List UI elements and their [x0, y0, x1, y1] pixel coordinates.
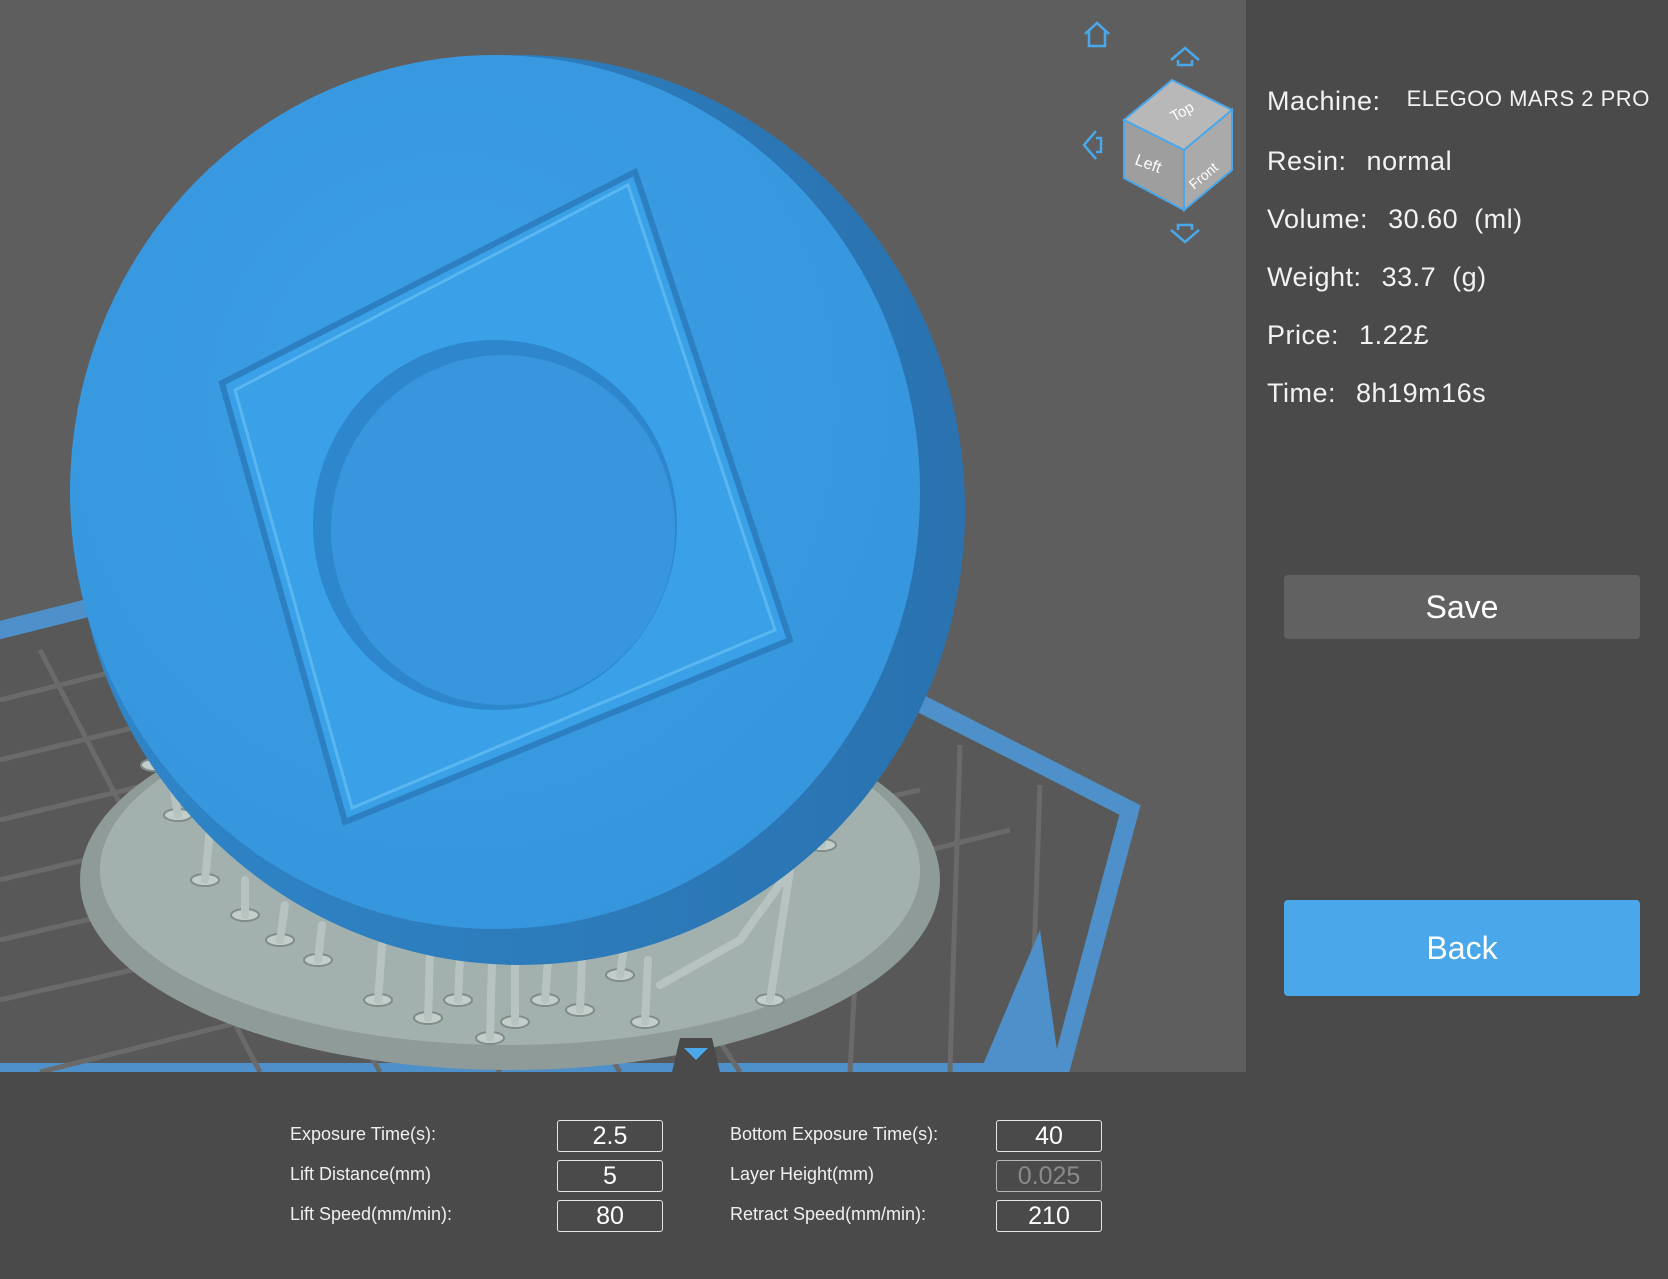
price-value: 1.22£ [1359, 320, 1430, 350]
time-label: Time: [1267, 378, 1336, 408]
resin-label: Resin: [1267, 146, 1347, 176]
machine-label: Machine: [1267, 86, 1381, 116]
machine-row: Machine: ELEGOO MARS 2 PRO [1267, 86, 1650, 117]
price-label: Price: [1267, 320, 1340, 350]
volume-value: 30.60 (ml) [1388, 204, 1523, 234]
model-scene[interactable] [0, 0, 1246, 1072]
lift-speed-label: Lift Speed(mm/min): [290, 1204, 453, 1224]
bottom-exposure-time-input[interactable]: 40 [996, 1120, 1102, 1152]
resin-value: normal [1366, 146, 1453, 176]
resin-row: Resin: normal [1267, 146, 1452, 177]
back-button[interactable]: Back [1284, 900, 1640, 996]
volume-label: Volume: [1267, 204, 1369, 234]
lift-speed-input[interactable]: 80 [557, 1200, 663, 1232]
layer-height-input: 0.025 [996, 1160, 1102, 1192]
retract-speed-input[interactable]: 210 [996, 1200, 1102, 1232]
exposure-time-label: Exposure Time(s): [290, 1124, 437, 1144]
layer-height-label: Layer Height(mm) [730, 1164, 875, 1184]
lift-distance-input[interactable]: 5 [557, 1160, 663, 1192]
machine-value: ELEGOO MARS 2 PRO [1406, 86, 1650, 111]
weight-label: Weight: [1267, 262, 1362, 292]
info-panel: Machine: ELEGOO MARS 2 PRO Resin: normal… [1246, 0, 1668, 1072]
coin-model[interactable] [70, 55, 965, 965]
retract-speed-label: Retract Speed(mm/min): [730, 1204, 927, 1224]
bottom-exposure-time-label: Bottom Exposure Time(s): [730, 1124, 939, 1144]
volume-row: Volume: 30.60 (ml) [1267, 204, 1523, 235]
time-value: 8h19m16s [1356, 378, 1487, 408]
lift-distance-label: Lift Distance(mm) [290, 1164, 432, 1184]
exposure-time-input[interactable]: 2.5 [557, 1120, 663, 1152]
price-row: Price: 1.22£ [1267, 320, 1429, 351]
3d-viewport[interactable]: Top Left Front [0, 0, 1246, 1072]
weight-value: 33.7 (g) [1381, 262, 1487, 292]
collapse-panel-button[interactable] [666, 1036, 726, 1072]
time-row: Time: 8h19m16s [1267, 378, 1486, 409]
save-button[interactable]: Save [1284, 575, 1640, 639]
weight-row: Weight: 33.7 (g) [1267, 262, 1487, 293]
print-settings-panel: Exposure Time(s): 2.5 Bottom Exposure Ti… [0, 1072, 1668, 1279]
